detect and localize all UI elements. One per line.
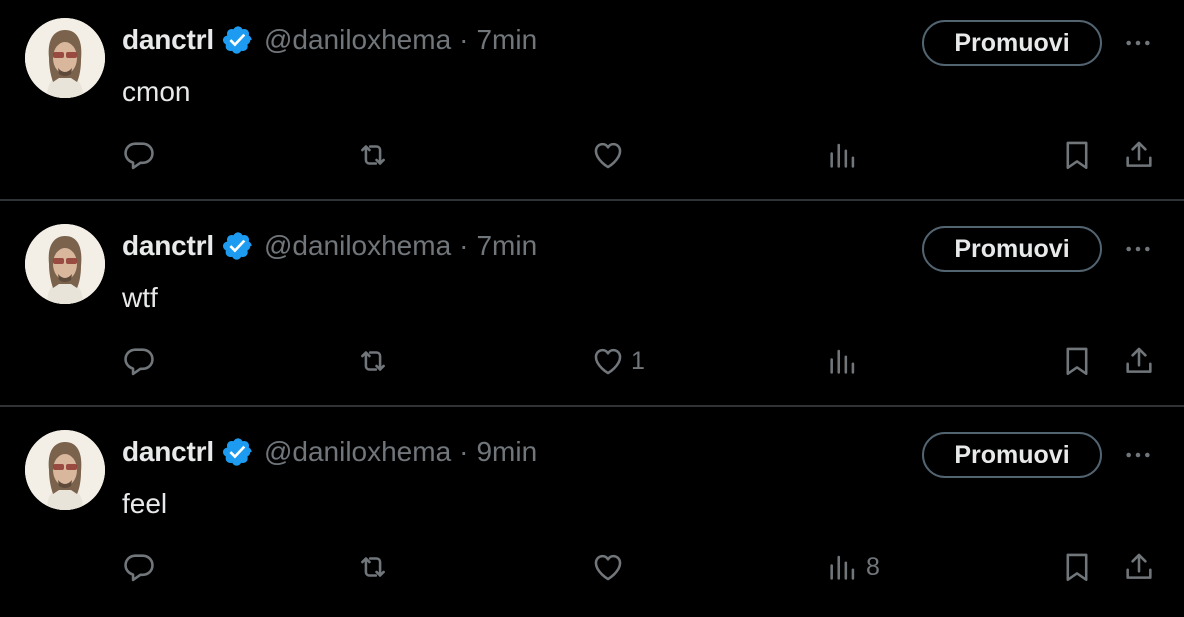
verified-badge-icon [222,24,254,56]
author-handle[interactable]: @daniloxhema [264,228,451,264]
tweet-text: feel [122,488,168,519]
bookmark-icon [1066,347,1088,376]
more-horizontal-icon[interactable] [1120,232,1156,266]
views-bar-chart-icon [830,555,855,580]
separator-dot: · [459,436,469,467]
timestamp[interactable]: 7min [476,22,537,58]
author-handle[interactable]: @daniloxhema [264,22,451,58]
reply-icon [124,348,154,376]
share-icon [1126,141,1152,167]
like-count: 1 [631,346,645,375]
retweet-button[interactable] [356,546,390,588]
bookmark-button[interactable] [1060,134,1094,176]
author-name[interactable]: danctrl [122,434,214,470]
author-name[interactable]: danctrl [122,228,214,264]
avatar[interactable] [25,430,105,510]
separator-dot: · [459,230,469,261]
like-button[interactable]: 1 [591,340,645,382]
reply-icon [124,142,154,170]
heart-icon [594,348,622,375]
views-button[interactable]: 8 [826,546,880,588]
retweet-icon [361,145,385,165]
views-bar-chart-icon [830,143,855,168]
more-horizontal-icon[interactable] [1120,438,1156,472]
views-count: 8 [866,552,880,581]
retweet-button[interactable] [356,134,390,176]
retweet-button[interactable] [356,340,390,382]
views-button[interactable] [826,340,866,382]
share-button[interactable] [1122,546,1156,588]
verified-badge-icon [222,436,254,468]
share-button[interactable] [1122,134,1156,176]
author-name[interactable]: danctrl [122,22,214,58]
verified-badge-icon [222,230,254,262]
timestamp[interactable]: 7min [476,228,537,264]
tweet-text: cmon [122,76,191,107]
bookmark-button[interactable] [1060,546,1094,588]
reply-icon [124,554,154,582]
author-handle[interactable]: @daniloxhema [264,434,451,470]
avatar[interactable] [25,224,105,304]
promote-button[interactable]: Promuovi [922,432,1102,478]
retweet-icon [361,351,385,371]
more-horizontal-icon[interactable] [1120,26,1156,60]
bookmark-button[interactable] [1060,340,1094,382]
tweet-item[interactable]: danctrl @daniloxhema · 7min wtf Promuovi… [0,206,1184,411]
promote-button[interactable]: Promuovi [922,226,1102,272]
heart-icon [594,142,622,169]
share-icon [1126,553,1152,579]
retweet-icon [361,557,385,577]
reply-button[interactable] [122,340,156,382]
reply-button[interactable] [122,546,156,588]
heart-icon [594,554,622,581]
tweet-text: wtf [122,282,158,313]
reply-button[interactable] [122,134,156,176]
views-bar-chart-icon [830,349,855,374]
tweet-item[interactable]: danctrl @daniloxhema · 9min feel Promuov… [0,412,1184,617]
timestamp[interactable]: 9min [476,434,537,470]
bookmark-icon [1066,141,1088,170]
share-icon [1126,347,1152,373]
like-button[interactable] [591,134,631,176]
bookmark-icon [1066,553,1088,582]
views-button[interactable] [826,134,866,176]
tweet-item[interactable]: danctrl @daniloxhema · 7min cmon Promuov… [0,0,1184,205]
divider [0,405,1184,407]
like-button[interactable] [591,546,631,588]
avatar[interactable] [25,18,105,98]
promote-button[interactable]: Promuovi [922,20,1102,66]
share-button[interactable] [1122,340,1156,382]
divider [0,199,1184,201]
separator-dot: · [459,24,469,55]
